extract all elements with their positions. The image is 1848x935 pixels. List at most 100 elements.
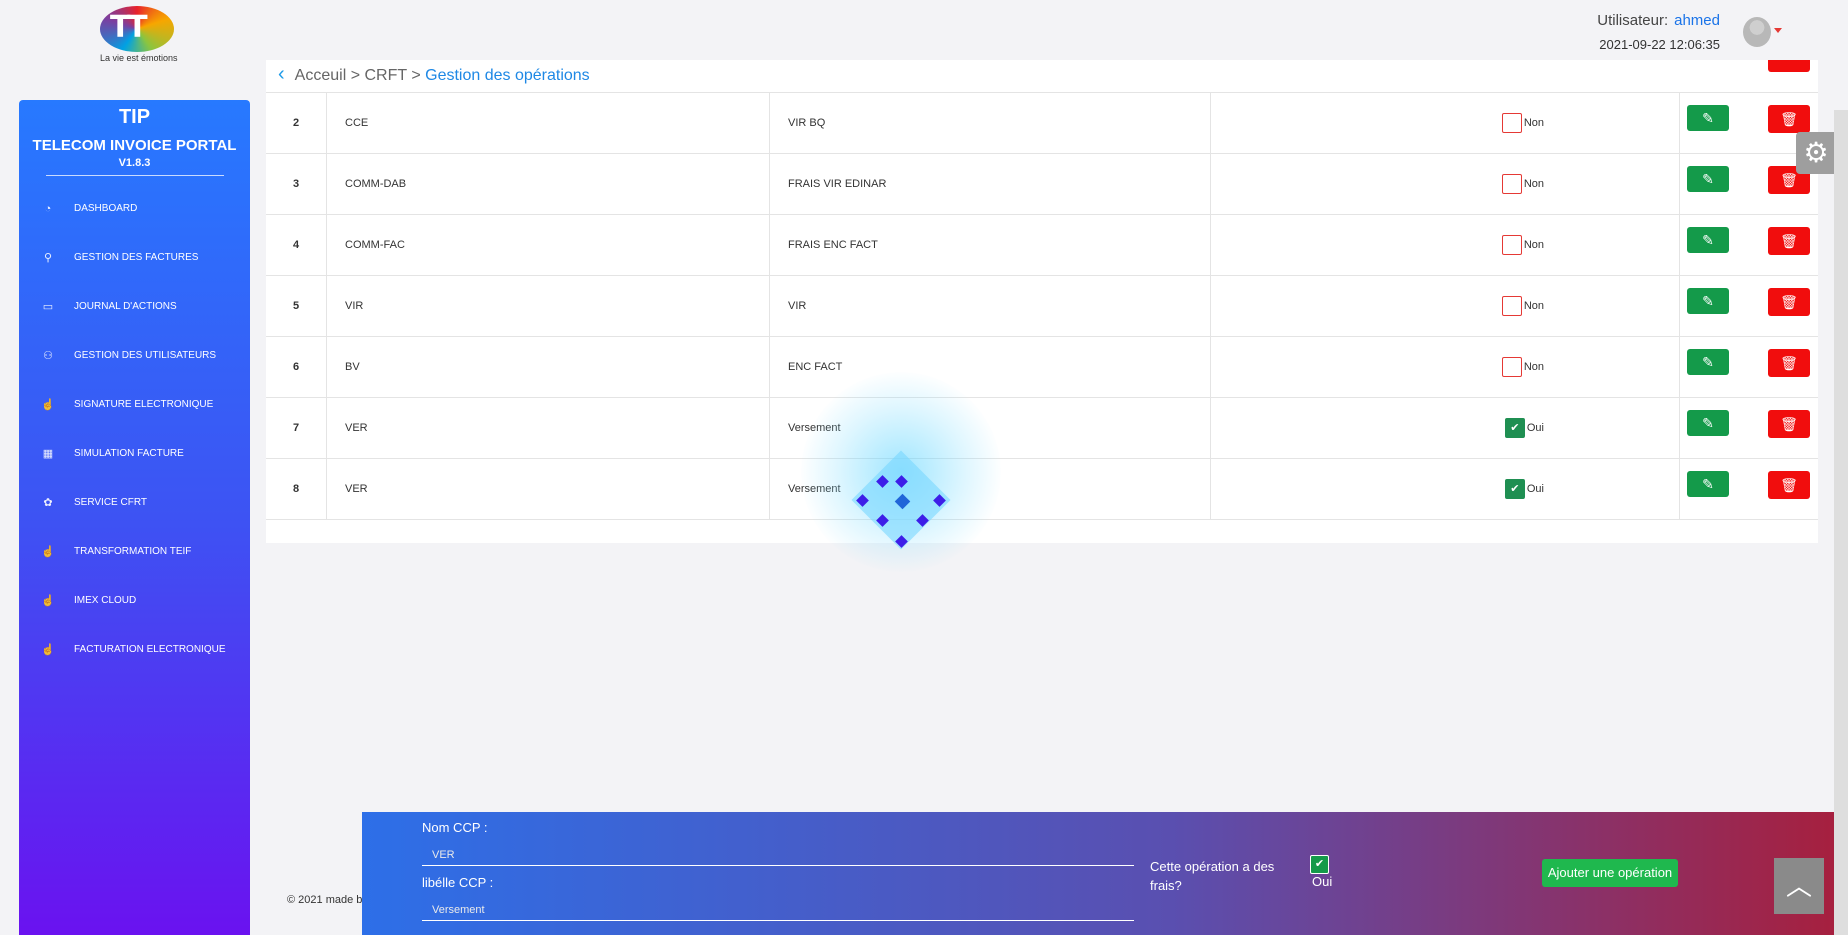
sidebar-item-label: TRANSFORMATION TEIF <box>74 546 192 557</box>
sidebar-item-label: IMEX CLOUD <box>74 595 137 606</box>
delete-button[interactable]: 🗑 <box>1768 410 1810 438</box>
add-operation-button[interactable]: Ajouter une opération <box>1542 859 1678 887</box>
operations-table: 2 CCE VIR BQ Non ✎ 🗑 3 COMM-DAB FRAIS VIR… <box>266 92 1818 520</box>
top-header: TT La vie est émotions Utilisateur: ahmed… <box>0 0 1848 63</box>
breadcrumb: ‹ Acceuil > CRFT > Gestion des opérations <box>278 63 590 86</box>
current-datetime: 2021-09-22 12:06:35 <box>1599 37 1720 52</box>
copyright-text: © 2021 made b <box>287 894 363 906</box>
frais-checkbox[interactable]: ✔ <box>1310 855 1329 874</box>
ccp-libelle: ENC FACT <box>769 336 1211 398</box>
ccp-code: BV <box>326 336 770 398</box>
frais-checkbox[interactable] <box>1501 235 1522 255</box>
hand-icon: ☝ <box>41 644 55 656</box>
frais-label: Oui <box>1526 483 1544 495</box>
chevron-left-icon[interactable]: ‹ <box>278 63 285 85</box>
sidebar-item-journal[interactable]: ▭ JOURNAL D'ACTIONS <box>19 282 250 331</box>
pencil-icon: ✎ <box>1702 110 1714 126</box>
actions-cell: ✎ 🗑 <box>1679 397 1818 459</box>
trash-icon: 🗑 <box>1780 355 1798 371</box>
row-number: 7 <box>266 397 327 459</box>
libelle-ccp-input[interactable]: Versement <box>422 899 1134 921</box>
add-operation-form: Nom CCP : VER libélle CCP : Versement Ce… <box>362 812 1834 935</box>
sidebar: TIP TELECOM INVOICE PORTAL V1.8.3 ◔ DASH… <box>19 100 250 935</box>
trash-icon: 🗑 <box>1780 111 1798 127</box>
calendar-icon: ▭ <box>42 301 54 313</box>
sidebar-item-simulation[interactable]: ▦ SIMULATION FACTURE <box>19 429 250 478</box>
ccp-libelle: VIR <box>769 275 1211 337</box>
pencil-icon: ✎ <box>1702 415 1714 431</box>
scroll-to-top-button[interactable]: ︿ <box>1774 858 1824 914</box>
frais-checkbox[interactable] <box>1501 357 1522 377</box>
delete-button[interactable]: 🗑 <box>1768 288 1810 316</box>
hand-icon: ☝ <box>41 399 55 411</box>
app-version: V1.8.3 <box>118 157 151 169</box>
breadcrumb-home[interactable]: Acceuil <box>295 67 347 84</box>
ccp-libelle: FRAIS ENC FACT <box>769 214 1211 276</box>
frais-cell: Non <box>1210 92 1680 154</box>
frais-checkbox[interactable] <box>1501 296 1522 316</box>
frais-checkbox[interactable] <box>1501 113 1522 133</box>
frais-checkbox[interactable]: ✔ <box>1504 479 1525 499</box>
table-row: 4 COMM-FAC FRAIS ENC FACT Non ✎ 🗑 <box>266 214 1818 276</box>
row-number: 5 <box>266 275 327 337</box>
delete-button[interactable]: 🗑 <box>1768 349 1810 377</box>
ccp-code: VER <box>326 397 770 459</box>
hand-icon: ☝ <box>41 595 55 607</box>
breadcrumb-separator: > <box>411 67 421 84</box>
sidebar-item-dashboard[interactable]: ◔ DASHBOARD <box>19 184 250 233</box>
edit-button[interactable]: ✎ <box>1687 105 1729 131</box>
ccp-code: COMM-DAB <box>326 153 770 215</box>
sidebar-item-service-cfrt[interactable]: ✿ SERVICE CFRT <box>19 478 250 527</box>
frais-cell: ✔ Oui <box>1210 397 1680 459</box>
sidebar-item-label: DASHBOARD <box>74 203 138 214</box>
frais-cell: ✔ Oui <box>1210 458 1680 520</box>
pencil-icon: ✎ <box>1702 232 1714 248</box>
edit-button[interactable]: ✎ <box>1687 471 1729 497</box>
delete-button[interactable]: 🗑 <box>1768 105 1810 133</box>
edit-button[interactable]: ✎ <box>1687 288 1729 314</box>
edit-button[interactable]: ✎ <box>1687 166 1729 192</box>
hand-icon: ☝ <box>41 546 55 558</box>
frais-checkbox[interactable]: ✔ <box>1504 418 1525 438</box>
sidebar-item-facturation[interactable]: ☝ FACTURATION ELECTRONIQUE <box>19 625 250 674</box>
edit-button[interactable]: ✎ <box>1687 349 1729 375</box>
pencil-icon: ✎ <box>1702 476 1714 492</box>
sidebar-item-imex[interactable]: ☝ IMEX CLOUD <box>19 576 250 625</box>
puzzle-icon: ✿ <box>43 497 53 509</box>
sidebar-menu: ◔ DASHBOARD ⚲ GESTION DES FACTURES ▭ JOU… <box>19 184 250 674</box>
trash-icon: 🗑 <box>1780 233 1798 249</box>
actions-cell: ✎ 🗑 <box>1679 458 1818 520</box>
page-scrollbar[interactable] <box>1834 110 1848 935</box>
frais-cell: Non <box>1210 214 1680 276</box>
breadcrumb-crft[interactable]: CRFT <box>365 67 407 84</box>
chevron-down-icon[interactable] <box>1774 28 1782 33</box>
edit-button[interactable]: ✎ <box>1687 227 1729 253</box>
sidebar-item-teif[interactable]: ☝ TRANSFORMATION TEIF <box>19 527 250 576</box>
gear-icon[interactable]: ⚙ <box>1796 132 1836 174</box>
frais-label: Non <box>1523 300 1544 312</box>
frais-checkbox-label: Oui <box>1312 874 1333 889</box>
delete-button-partial[interactable] <box>1768 60 1810 72</box>
delete-button[interactable]: 🗑 <box>1768 471 1810 499</box>
tunisie-telecom-logo[interactable]: TT La vie est émotions <box>98 6 178 66</box>
sidebar-item-factures[interactable]: ⚲ GESTION DES FACTURES <box>19 233 250 282</box>
breadcrumb-separator: > <box>350 67 361 84</box>
frais-checkbox[interactable] <box>1501 174 1522 194</box>
nom-ccp-input[interactable]: VER <box>422 844 1134 866</box>
sidebar-item-label: GESTION DES UTILISATEURS <box>74 350 217 361</box>
row-number: 4 <box>266 214 327 276</box>
trash-icon: 🗑 <box>1780 416 1798 432</box>
frais-question-label: Cette opération a des frais? <box>1150 859 1275 893</box>
user-name-link[interactable]: ahmed <box>1674 12 1720 29</box>
table-row: 3 COMM-DAB FRAIS VIR EDINAR Non ✎ 🗑 <box>266 153 1818 215</box>
search-icon: ⚲ <box>43 252 53 264</box>
delete-button[interactable]: 🗑 <box>1768 227 1810 255</box>
avatar[interactable] <box>1743 17 1771 47</box>
chevron-up-icon: ︿ <box>1785 871 1812 901</box>
logo-mark: TT <box>110 10 148 45</box>
frais-label: Non <box>1523 239 1544 251</box>
edit-button[interactable]: ✎ <box>1687 410 1729 436</box>
sidebar-item-utilisateurs[interactable]: ⚇ GESTION DES UTILISATEURS <box>19 331 250 380</box>
sidebar-item-label: JOURNAL D'ACTIONS <box>74 301 177 312</box>
sidebar-item-signature[interactable]: ☝ SIGNATURE ELECTRONIQUE <box>19 380 250 429</box>
